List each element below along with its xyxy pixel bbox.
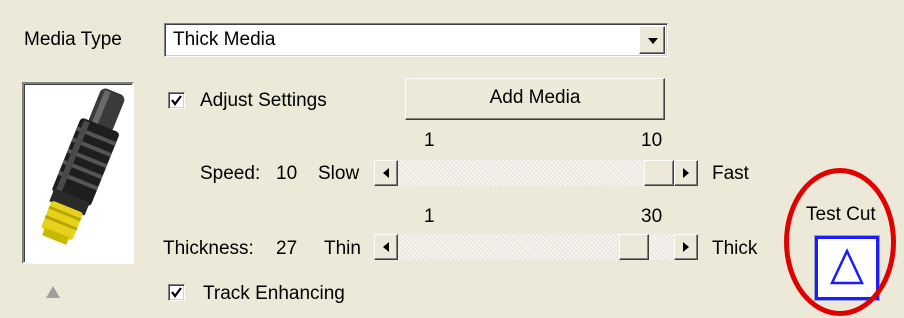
chevron-down-icon bbox=[648, 38, 658, 44]
adjust-settings-checkbox[interactable] bbox=[168, 92, 185, 109]
track-enhancing-checkbox[interactable] bbox=[168, 284, 185, 301]
scroll-up-icon bbox=[46, 286, 60, 298]
arrow-right-icon bbox=[683, 242, 689, 252]
thickness-scale-min: 1 bbox=[424, 206, 435, 227]
test-cut-label: Test Cut bbox=[806, 204, 876, 225]
test-cut-button[interactable] bbox=[815, 236, 879, 300]
speed-slider-thumb[interactable] bbox=[644, 160, 674, 186]
speed-scale-min: 1 bbox=[424, 130, 435, 151]
speed-value: 10 bbox=[276, 163, 298, 184]
checkmark-icon bbox=[171, 95, 182, 106]
speed-slider-track[interactable] bbox=[398, 160, 674, 186]
thickness-min-label: Thin bbox=[324, 238, 361, 259]
thickness-decrease-button[interactable] bbox=[374, 234, 398, 260]
thickness-slider-thumb[interactable] bbox=[619, 234, 649, 260]
speed-scale-max: 10 bbox=[641, 130, 663, 151]
adjust-settings-label: Adjust Settings bbox=[200, 90, 327, 111]
speed-min-label: Slow bbox=[318, 163, 360, 184]
arrow-right-icon bbox=[683, 168, 689, 178]
add-media-button[interactable]: Add Media bbox=[405, 78, 665, 120]
media-type-dropdown[interactable]: Thick Media bbox=[164, 23, 668, 57]
media-type-value: Thick Media bbox=[173, 29, 276, 50]
arrow-left-icon bbox=[383, 168, 389, 178]
thickness-max-label: Thick bbox=[712, 238, 758, 259]
thickness-value: 27 bbox=[276, 238, 298, 259]
media-type-label: Media Type bbox=[24, 29, 122, 50]
cutting-tool-icon bbox=[41, 88, 125, 245]
thickness-scale-max: 30 bbox=[641, 206, 663, 227]
thickness-label: Thickness: bbox=[163, 238, 254, 259]
checkmark-icon bbox=[171, 287, 182, 298]
speed-decrease-button[interactable] bbox=[374, 160, 398, 186]
speed-max-label: Fast bbox=[712, 163, 749, 184]
tool-preview-image bbox=[22, 82, 134, 264]
thickness-slider-track[interactable] bbox=[398, 234, 674, 260]
arrow-left-icon bbox=[383, 242, 389, 252]
track-enhancing-label: Track Enhancing bbox=[203, 283, 345, 304]
triangle-icon bbox=[830, 248, 864, 285]
thickness-increase-button[interactable] bbox=[674, 234, 698, 260]
speed-increase-button[interactable] bbox=[674, 160, 698, 186]
speed-label: Speed: bbox=[200, 163, 261, 184]
dropdown-arrow-button[interactable] bbox=[639, 26, 665, 54]
